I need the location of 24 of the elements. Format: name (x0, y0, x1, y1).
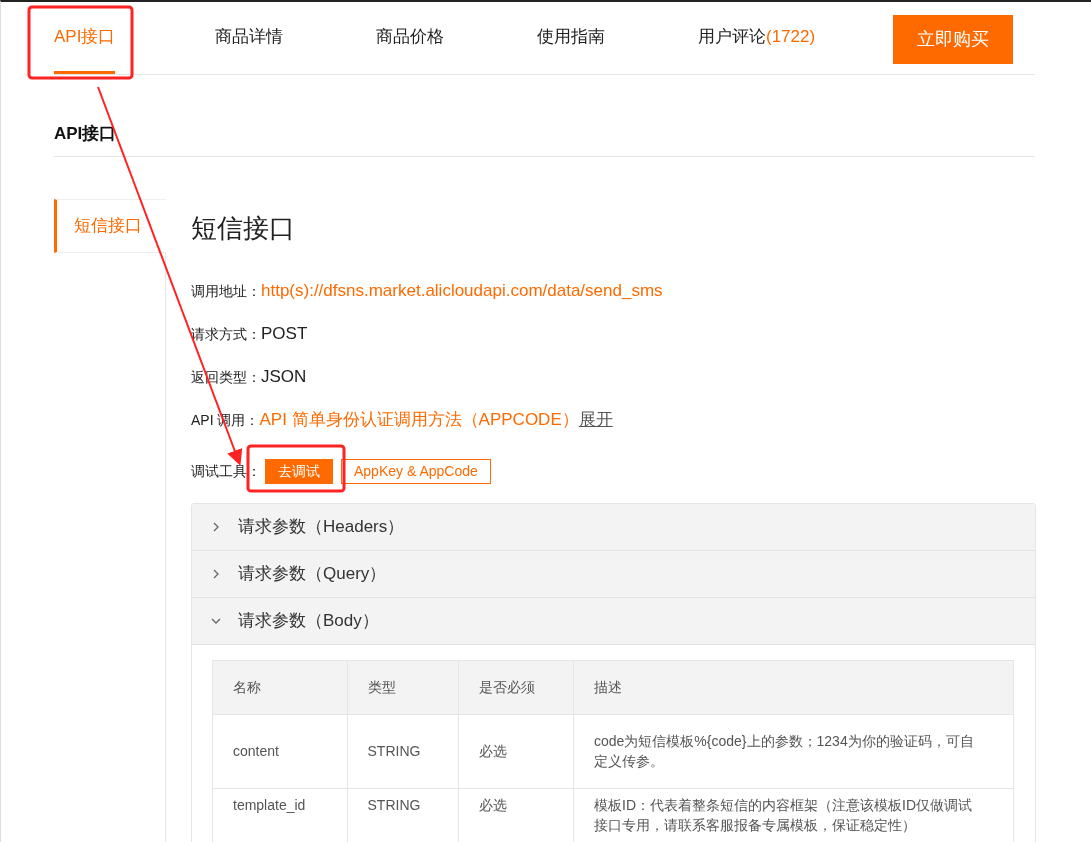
section-title: API接口 (54, 75, 1035, 157)
field-label: 调试工具： (191, 461, 261, 481)
nav-tab[interactable]: 商品价格 (376, 2, 444, 74)
expand-link[interactable]: 展开 (578, 406, 613, 432)
table-cell: STRING (347, 714, 459, 788)
table-cell: content (212, 714, 347, 788)
column-header: 名称 (212, 660, 347, 714)
column-header: 是否必须 (458, 660, 574, 714)
accordion-header[interactable]: 请求参数（Body） (192, 597, 1035, 645)
field-value: POST (261, 322, 308, 345)
nav-tab[interactable]: 用户评论(1722) (698, 2, 816, 74)
field-label: 请求方式： (191, 324, 261, 344)
nav-tab[interactable]: 商品详情 (215, 2, 283, 74)
column-header: 描述 (573, 660, 1014, 714)
table-cell: 必选 (458, 714, 574, 788)
accordion-header[interactable]: 请求参数（Query） (192, 550, 1035, 598)
table-cell: template_id (212, 788, 347, 842)
accordion-header[interactable]: 请求参数（Headers） (192, 503, 1035, 551)
api-title: 短信接口 (191, 211, 296, 245)
column-header: 类型 (347, 660, 459, 714)
table-cell: code为短信模板%{code}上的参数；1234为你的验证码，可自定义传参。 (573, 714, 1014, 788)
field-label: 调用地址： (191, 281, 261, 301)
field-value: JSON (261, 365, 307, 388)
nav-tab[interactable]: 使用指南 (537, 2, 605, 74)
